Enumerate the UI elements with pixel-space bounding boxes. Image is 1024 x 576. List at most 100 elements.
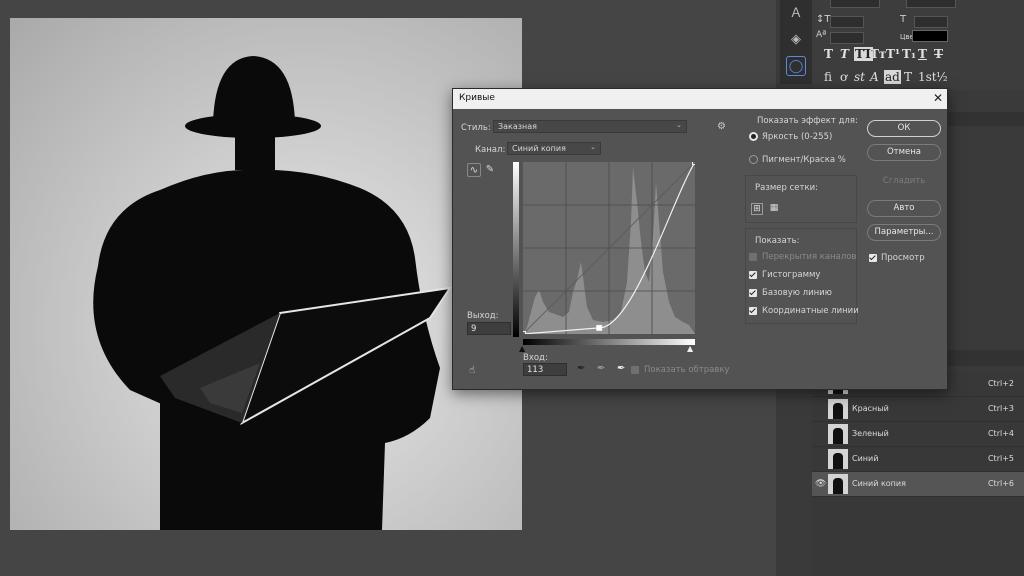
dialog-titlebar[interactable]: Кривые ✕ <box>453 89 947 109</box>
input-label: Вход: <box>523 353 548 363</box>
dialog-title: Кривые <box>459 93 495 103</box>
white-eyedropper-icon[interactable]: ✒ <box>617 363 625 374</box>
faux-italic-glyph[interactable]: T <box>840 47 849 61</box>
swash-glyph[interactable]: A <box>870 70 879 84</box>
adjustment-circle-icon[interactable]: ◯ <box>786 56 806 76</box>
radio-pigment[interactable] <box>749 155 758 164</box>
channel-shortcut: Ctrl+5 <box>987 454 1014 463</box>
curve-control-point[interactable] <box>523 331 526 335</box>
ordinal-glyph[interactable]: 1st <box>918 70 937 84</box>
baseline-checkbox[interactable] <box>749 289 757 297</box>
baseline-shift-icon: Aª <box>816 30 827 40</box>
channel-thumbnail <box>828 474 848 494</box>
radio-light[interactable] <box>749 132 758 141</box>
simple-grid-icon[interactable]: ⊞ <box>751 203 763 215</box>
contextual-glyph[interactable]: T <box>904 70 912 84</box>
output-label: Выход: <box>467 311 499 321</box>
channel-name: Красный <box>852 404 889 413</box>
curve-control-point[interactable] <box>692 162 696 165</box>
white-point-slider[interactable]: ▲ <box>687 344 693 353</box>
channel-thumbnail <box>828 424 848 444</box>
channel-label: Канал: <box>475 145 506 155</box>
old-style-glyph[interactable]: ơ <box>840 70 847 84</box>
channel-value: Синий копия <box>512 144 566 153</box>
channel-select[interactable]: Синий копия ⌄ <box>507 142 601 155</box>
output-gradient-bar <box>513 162 519 337</box>
channel-name: Синий <box>852 454 879 463</box>
show-label: Показать: <box>755 236 800 246</box>
channel-thumbnail <box>828 449 848 469</box>
target-adjust-icon[interactable]: ☝ <box>469 365 475 376</box>
vertical-scale-icon: ↕T <box>816 14 831 25</box>
channel-row-green[interactable]: Зеленый Ctrl+4 <box>812 422 1024 447</box>
curve-control-point[interactable] <box>596 324 603 331</box>
curve-edit-icon[interactable]: ∿ <box>467 163 481 177</box>
style-value: Заказная <box>498 122 537 131</box>
baseline-label: Базовую линию <box>762 288 832 298</box>
channel-overlays-checkbox[interactable] <box>749 253 757 261</box>
titling-glyph[interactable]: ad <box>884 70 901 84</box>
radio-pigment-label: Пигмент/Краска % <box>762 155 846 165</box>
superscript-glyph[interactable]: T¹ <box>886 47 900 61</box>
vertical-scale-field[interactable] <box>830 16 864 28</box>
document-canvas[interactable] <box>10 18 522 530</box>
auto-button[interactable]: Авто <box>867 200 941 217</box>
intersection-label: Координатные линии <box>762 306 859 316</box>
silhouette-image <box>93 56 453 530</box>
small-caps-glyph[interactable]: Tт <box>870 47 886 61</box>
ok-button[interactable]: ОК <box>867 120 941 137</box>
chevron-down-icon: ⌄ <box>590 143 596 151</box>
faux-bold-glyph[interactable]: T <box>824 47 833 61</box>
fraction-glyph[interactable]: ½ <box>936 70 948 84</box>
channel-row-blue[interactable]: Синий Ctrl+5 <box>812 447 1024 472</box>
gear-icon[interactable]: ⚙ <box>717 121 726 132</box>
channel-shortcut: Ctrl+2 <box>987 379 1014 388</box>
close-icon[interactable]: ✕ <box>931 91 945 105</box>
channel-shortcut: Ctrl+6 <box>987 479 1014 488</box>
panel-icon-strip: Ａ ◈ ◯ <box>780 0 812 84</box>
horizontal-scale-field[interactable] <box>914 16 948 28</box>
curves-dialog: Кривые ✕ Стиль: Заказная ⌄ ⚙ Канал: Сини… <box>452 88 948 390</box>
input-gradient-bar <box>523 339 695 345</box>
curve-graph[interactable] <box>523 162 695 334</box>
chevron-down-icon: ⌄ <box>676 121 682 129</box>
channels-panel: Ctrl+2 Красный Ctrl+3 Зеленый Ctrl+4 Син… <box>812 372 1024 576</box>
pencil-icon[interactable]: ✎ <box>483 163 497 177</box>
channel-row-red[interactable]: Красный Ctrl+3 <box>812 397 1024 422</box>
show-effect-label: Показать эффект для: <box>757 116 858 126</box>
show-clipping-label: Показать обтравку <box>644 365 730 375</box>
tracking-field[interactable] <box>906 0 956 8</box>
preview-checkbox[interactable] <box>869 254 877 262</box>
channel-row-blue-copy[interactable]: 👁 Синий копия Ctrl+6 <box>812 472 1024 497</box>
gray-eyedropper-icon[interactable]: ✒ <box>597 363 605 374</box>
histogram-label: Гистограмму <box>762 270 821 280</box>
cancel-button[interactable]: Отмена <box>867 144 941 161</box>
black-eyedropper-icon[interactable]: ✒ <box>577 363 585 374</box>
preview-label: Просмотр <box>881 253 925 263</box>
baseline-shift-field[interactable] <box>830 32 864 44</box>
subscript-glyph[interactable]: T₁ <box>902 47 916 61</box>
options-button[interactable]: Параметры... <box>867 224 941 241</box>
stylistic-glyph[interactable]: st <box>854 70 865 84</box>
black-point-slider[interactable]: ▲ <box>519 344 525 353</box>
channel-shortcut: Ctrl+3 <box>987 404 1014 413</box>
style-select[interactable]: Заказная ⌄ <box>493 120 687 133</box>
kerning-field[interactable] <box>830 0 880 8</box>
output-field[interactable]: 9 <box>467 322 511 335</box>
smooth-button[interactable]: Сгладить <box>867 173 941 190</box>
character-panel: ↕T T Aª Цвет: T T TT Tт T¹ T₁ T T fi ơ s… <box>812 0 1024 90</box>
intersection-checkbox[interactable] <box>749 307 757 315</box>
ligature-glyph[interactable]: fi <box>824 70 832 84</box>
3d-cube-icon[interactable]: ◈ <box>786 30 806 50</box>
histogram-checkbox[interactable] <box>749 271 757 279</box>
underline-glyph[interactable]: T <box>918 47 927 61</box>
detailed-grid-icon[interactable]: ▦ <box>768 203 780 215</box>
show-clipping-checkbox[interactable] <box>631 366 639 374</box>
character-panel-icon[interactable]: Ａ <box>786 4 806 24</box>
eye-icon[interactable]: 👁 <box>815 479 826 489</box>
style-label: Стиль: <box>461 123 491 133</box>
strikethrough-glyph[interactable]: T <box>934 47 943 61</box>
text-color-swatch[interactable] <box>912 30 948 42</box>
input-field[interactable]: 113 <box>523 363 567 376</box>
channel-shortcut: Ctrl+4 <box>987 429 1014 438</box>
